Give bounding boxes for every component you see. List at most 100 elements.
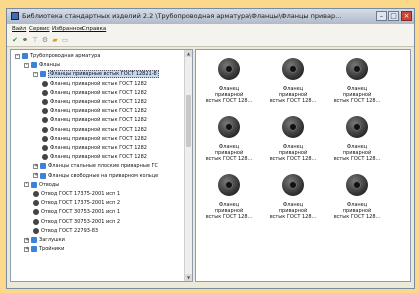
tree-row-label: Отвод ГОСТ 30753-2001 исп 1 bbox=[41, 209, 121, 216]
tree-row[interactable]: Фланец приварной встык ГОСТ 1282 bbox=[42, 89, 147, 97]
part-icon bbox=[42, 99, 48, 105]
scroll-down-icon[interactable]: ▼ bbox=[185, 274, 192, 281]
tree-row[interactable]: + Заглушки bbox=[24, 236, 65, 244]
menu-file[interactable]: Вайл bbox=[12, 26, 26, 32]
collapse-icon[interactable]: - bbox=[33, 71, 38, 77]
app-icon bbox=[11, 12, 19, 20]
tree-row-label: Фланец приварной встык ГОСТ 1282 bbox=[50, 135, 147, 142]
tile-caption: Фланец приварной встык ГОСТ 128... bbox=[268, 86, 318, 104]
tile-item[interactable]: Фланец приварной встык ГОСТ 128... bbox=[204, 116, 254, 162]
tile-caption: Фланец приварной встык ГОСТ 128... bbox=[332, 202, 382, 220]
tile-item[interactable]: Фланец приварной встык ГОСТ 128... bbox=[204, 58, 254, 104]
tree-row-label: Отвод ГОСТ 17375-2001 исп 1 bbox=[41, 191, 121, 197]
tree-scrollbar[interactable]: ▲ ▼ bbox=[184, 50, 192, 281]
tree-row[interactable]: Фланец приварной встык ГОСТ 1282 bbox=[42, 144, 147, 152]
folder-icon bbox=[22, 53, 28, 59]
tree-row-label: Фланец приварной встык ГОСТ 1282 bbox=[50, 108, 147, 115]
close-button[interactable]: × bbox=[401, 11, 412, 21]
tile-caption-line1: Фланец приварной bbox=[342, 144, 372, 156]
flange-image bbox=[346, 174, 368, 200]
tile-caption-line1: Фланец приварной bbox=[342, 202, 372, 214]
tree-row[interactable]: Фланец приварной встык ГОСТ 1282 bbox=[42, 153, 147, 161]
tile-caption: Фланец приварной встык ГОСТ 128... bbox=[204, 86, 254, 104]
tree-row-label: Фланец приварной встык ГОСТ 1282 bbox=[50, 154, 147, 161]
folder-icon[interactable]: ▰ bbox=[51, 36, 59, 44]
tile-caption: Фланец приварной встык ГОСТ 128... bbox=[268, 144, 318, 162]
tile-item[interactable]: Фланец приварной встык ГОСТ 128... bbox=[204, 174, 254, 220]
menu-service[interactable]: Сервис bbox=[29, 26, 50, 32]
tree-row[interactable]: Отвод ГОСТ 17375-2001 исп 2 bbox=[33, 199, 120, 207]
tile-caption-line1: Фланец приварной bbox=[214, 202, 244, 214]
part-icon bbox=[33, 209, 39, 216]
folder-icon bbox=[40, 172, 46, 179]
collapse-icon[interactable]: - bbox=[15, 53, 20, 59]
tree-row[interactable]: Отвод ГОСТ 30753-2001 исп 2 bbox=[33, 218, 120, 226]
tree-row[interactable]: + Тройники bbox=[24, 245, 64, 253]
tree-row[interactable]: Фланец приварной встык ГОСТ 1282 bbox=[42, 107, 147, 115]
tree-row-label: Отвод ГОСТ 22793-83 bbox=[41, 227, 99, 234]
app-window: Библиотека стандартных изделий 2.2 \Труб… bbox=[6, 8, 415, 289]
settings-icon[interactable]: ⚙ bbox=[41, 36, 49, 44]
part-icon bbox=[33, 227, 39, 234]
window-title: Библиотека стандартных изделий 2.2 \Труб… bbox=[22, 12, 342, 20]
tree-row[interactable]: Фланец приварной встык ГОСТ 1282 bbox=[42, 126, 147, 134]
preview-panel: Фланец приварной встык ГОСТ 128... Фланец … bbox=[195, 49, 411, 282]
flange-image bbox=[218, 58, 240, 84]
part-icon bbox=[42, 145, 48, 151]
menu-favorites[interactable]: Избранное bbox=[52, 26, 83, 32]
tree-row-label: Фланец приварной встык ГОСТ 1282 bbox=[50, 89, 147, 96]
toolbar: ✔ ⚭ ⊤ ⚙ ▰ ▭ bbox=[7, 34, 414, 47]
tile-caption: Фланец приварной встык ГОСТ 128... bbox=[332, 86, 382, 104]
tile-item[interactable]: Фланец приварной встык ГОСТ 128... bbox=[332, 58, 382, 104]
tree-row-label: Отвод ГОСТ 30753-2001 исп 2 bbox=[41, 218, 121, 225]
scroll-up-icon[interactable]: ▲ bbox=[185, 50, 192, 57]
folder-icon bbox=[31, 246, 37, 253]
flange-image bbox=[282, 58, 304, 84]
check-icon[interactable]: ✔ bbox=[11, 36, 19, 44]
folder-icon bbox=[40, 71, 46, 78]
tree-row[interactable]: Фланец приварной встык ГОСТ 1282 bbox=[42, 135, 147, 143]
tree-row[interactable]: Отвод ГОСТ 30753-2001 исп 1 bbox=[33, 208, 120, 216]
expand-icon[interactable]: + bbox=[24, 246, 29, 252]
part-icon bbox=[42, 154, 48, 161]
filter-icon[interactable]: ⊤ bbox=[31, 36, 39, 44]
tile-item[interactable]: Фланец приварной встык ГОСТ 128... bbox=[332, 174, 382, 220]
maximize-button[interactable]: □ bbox=[388, 11, 399, 21]
tree-row[interactable]: + Фланцы свободные на приварном кольце bbox=[33, 172, 158, 180]
tree-row[interactable]: Отвод ГОСТ 22793-83 bbox=[33, 227, 98, 235]
expand-icon[interactable]: + bbox=[33, 163, 38, 169]
tile-caption-line2: встык ГОСТ 128... bbox=[269, 156, 317, 162]
tile-item[interactable]: Фланец приварной встык ГОСТ 128... bbox=[268, 58, 318, 104]
expand-icon[interactable]: + bbox=[24, 237, 29, 243]
minimize-button[interactable]: – bbox=[376, 11, 387, 21]
tree-row[interactable]: + Фланцы стальные плоские приварные ГС bbox=[33, 162, 158, 170]
collapse-icon[interactable]: - bbox=[24, 62, 29, 68]
tile-item[interactable]: Фланец приварной встык ГОСТ 128... bbox=[268, 174, 318, 220]
tree-row-label: Трубопроводная арматура bbox=[30, 53, 101, 59]
tree-row[interactable]: Фланец приварной встык ГОСТ 1282 bbox=[42, 80, 147, 88]
scroll-thumb[interactable] bbox=[186, 95, 191, 147]
menu-help[interactable]: Справка bbox=[82, 26, 106, 32]
part-icon bbox=[42, 89, 48, 96]
collapse-icon[interactable]: - bbox=[24, 182, 29, 188]
expand-icon[interactable]: + bbox=[33, 173, 38, 179]
tree-row[interactable]: - Фланцы bbox=[24, 61, 60, 69]
tree-row-label: Фланцы приварные встык ГОСТ 12821-8 bbox=[48, 70, 159, 79]
part-icon bbox=[42, 80, 48, 87]
tile-caption: Фланец приварной встык ГОСТ 128... bbox=[204, 144, 254, 162]
tile-caption-line1: Фланец приварной bbox=[342, 86, 372, 98]
tree-row[interactable]: - Отводы bbox=[24, 181, 59, 189]
tile-caption-line2: встык ГОСТ 128... bbox=[269, 98, 317, 104]
tree-row[interactable]: - Трубопроводная арматура bbox=[15, 52, 100, 60]
tile-caption: Фланец приварной встык ГОСТ 128... bbox=[268, 202, 318, 220]
tree-row[interactable]: - Фланцы приварные встык ГОСТ 12821-8 bbox=[33, 70, 159, 79]
document-icon[interactable]: ▭ bbox=[61, 36, 69, 44]
folder-icon bbox=[31, 181, 37, 188]
binoculars-icon[interactable]: ⚭ bbox=[21, 36, 29, 44]
tree-row[interactable]: Отвод ГОСТ 17375-2001 исп 1 bbox=[33, 190, 120, 198]
tile-item[interactable]: Фланец приварной встык ГОСТ 128... bbox=[268, 116, 318, 162]
tree-row[interactable]: Фланец приварной встык ГОСТ 1282 bbox=[42, 116, 147, 124]
tile-item[interactable]: Фланец приварной встык ГОСТ 128... bbox=[332, 116, 382, 162]
tree-row[interactable]: Фланец приварной встык ГОСТ 1282 bbox=[42, 98, 147, 106]
part-icon bbox=[42, 117, 48, 124]
